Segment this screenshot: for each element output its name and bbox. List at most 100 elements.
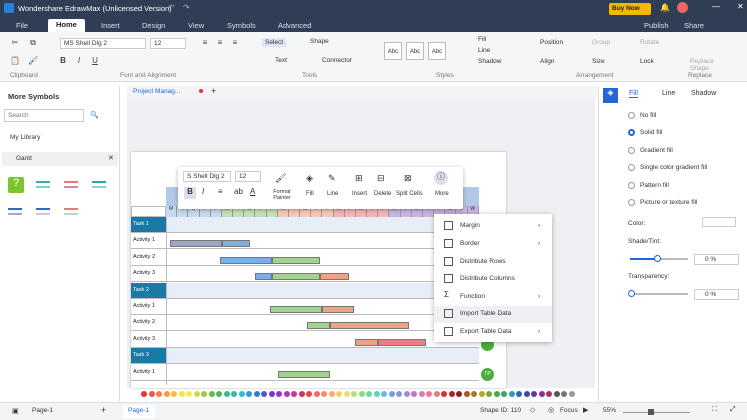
color-swatch[interactable] [276, 391, 282, 397]
my-library-item[interactable]: My Library [10, 134, 40, 141]
gantt-bar[interactable] [270, 306, 322, 313]
size-dropdown[interactable]: Size [592, 58, 605, 65]
avatar[interactable] [677, 2, 688, 13]
color-swatch[interactable] [351, 391, 357, 397]
connector-tool[interactable]: Connector [322, 57, 352, 64]
fill-format-icon[interactable]: ◈ [603, 88, 618, 103]
color-swatch[interactable] [358, 391, 365, 397]
gantt-bar[interactable] [272, 257, 320, 264]
color-swatch[interactable] [283, 391, 290, 397]
replace-shape-button[interactable]: Replace Shape [690, 58, 720, 72]
page-layout-icon[interactable]: ▣ [12, 407, 19, 415]
color-swatch[interactable] [306, 391, 312, 397]
gantt-row-label[interactable]: Activity 2 [131, 249, 166, 266]
tab-fill[interactable]: Fill [629, 90, 638, 98]
menu-item-border[interactable]: Border › [434, 236, 552, 253]
gantt-bar[interactable] [320, 273, 349, 280]
gantt-symbol-6[interactable] [36, 208, 50, 215]
transparency-value-input[interactable]: 0 % [694, 289, 739, 300]
align-dropdown[interactable]: Align [540, 58, 554, 65]
menu-item-import-table-data[interactable]: Import Table Data [434, 306, 552, 323]
menu-item-distribute-columns[interactable]: Distribute Columns [434, 271, 552, 288]
color-swatch[interactable] [291, 391, 297, 397]
radio-no-fill[interactable] [628, 112, 635, 119]
underline-icon[interactable]: U [90, 56, 100, 66]
color-swatch[interactable] [448, 391, 455, 397]
radio-picture-fill[interactable] [628, 199, 635, 206]
shade-value-input[interactable]: 0 % [694, 254, 739, 265]
rotate-dropdown[interactable]: Rotate [640, 39, 659, 46]
insert-icon[interactable]: ⊞ [355, 173, 363, 184]
menu-advanced[interactable]: Advanced [270, 20, 319, 31]
color-swatch[interactable] [463, 391, 470, 397]
style-preset-3[interactable]: Abc [428, 42, 446, 60]
gantt-row-label[interactable]: Activity 1 [131, 233, 166, 250]
gantt-bar[interactable] [220, 257, 272, 264]
focus-icon[interactable]: ◎ [548, 406, 554, 414]
line-dropdown[interactable]: Line [478, 47, 490, 54]
delete-icon[interactable]: ⊟ [377, 173, 385, 184]
color-swatch[interactable] [253, 391, 260, 397]
color-swatch[interactable] [553, 391, 560, 397]
style-preset-1[interactable]: Abc [384, 42, 402, 60]
gantt-symbol-question[interactable]: ? [8, 177, 24, 193]
shade-slider-handle[interactable] [654, 255, 661, 262]
menu-item-export-table-data[interactable]: Export Table Data › [434, 324, 552, 341]
radio-gradient-fill[interactable] [628, 147, 635, 154]
color-swatch[interactable] [508, 391, 515, 397]
radio-single-color-gradient[interactable] [628, 164, 635, 171]
gantt-bar[interactable] [272, 273, 320, 280]
menu-item-function[interactable]: Σ Function › [434, 289, 552, 306]
gantt-row-label[interactable]: Activity 1 [131, 364, 166, 381]
add-tab-icon[interactable]: + [211, 86, 216, 96]
gantt-row-label[interactable]: Activity 1 [131, 299, 166, 315]
gantt-row-label[interactable]: Task 1 [131, 217, 166, 233]
gantt-bar[interactable] [222, 240, 250, 247]
format-painter-button[interactable]: Format Painter [270, 189, 294, 201]
paste-icon[interactable]: 📋 [10, 56, 20, 66]
color-swatch[interactable] [411, 391, 417, 397]
search-icon[interactable]: 🔍 [90, 111, 99, 119]
gantt-symbol-5[interactable] [8, 208, 22, 215]
zoom-slider-handle[interactable] [648, 409, 654, 415]
color-swatch[interactable] [171, 391, 177, 397]
align-left-icon[interactable]: ≡ [200, 38, 210, 48]
cut-icon[interactable]: ✂ [10, 38, 20, 48]
gantt-symbol-7[interactable] [64, 208, 78, 215]
close-icon[interactable]: ✕ [108, 154, 114, 162]
gantt-bar[interactable] [322, 306, 354, 313]
split-cells-icon[interactable]: ⊠ [404, 173, 412, 184]
color-swatch[interactable] [156, 391, 162, 397]
color-swatch[interactable] [516, 391, 522, 397]
gantt-symbol-4[interactable] [92, 181, 106, 188]
gantt-row-label[interactable]: Activity 3 [131, 331, 166, 348]
color-swatch[interactable] [343, 391, 350, 397]
gantt-bar[interactable] [355, 339, 378, 346]
color-swatch[interactable] [321, 391, 327, 397]
toolbar-size-select[interactable]: 12 [235, 171, 261, 182]
menu-file[interactable]: File [8, 20, 36, 31]
gantt-symbol-2[interactable] [36, 181, 50, 188]
toolbar-font-select[interactable]: S Shell Dlg 2 [183, 171, 231, 182]
menu-symbols[interactable]: Symbols [219, 20, 264, 31]
color-swatch[interactable] [538, 391, 545, 397]
symbol-search-input[interactable] [4, 109, 84, 122]
document-tab[interactable]: Project Manag... [133, 88, 180, 95]
menu-insert[interactable]: Insert [93, 20, 128, 31]
color-picker[interactable] [702, 217, 736, 227]
color-swatch[interactable] [381, 391, 387, 397]
color-swatch[interactable] [148, 391, 155, 397]
share-button[interactable]: Share [676, 20, 712, 31]
gantt-category[interactable]: Gantt ✕ [2, 152, 118, 166]
color-swatch[interactable] [546, 391, 552, 397]
fill-dropdown[interactable]: Fill [478, 36, 486, 43]
gantt-bar[interactable] [330, 322, 409, 329]
redo-icon[interactable]: ↷ [183, 3, 190, 12]
gantt-row-label[interactable]: Task 2 [131, 282, 166, 299]
shadow-dropdown[interactable]: Shadow [478, 58, 502, 65]
gantt-bar[interactable] [255, 273, 272, 280]
gantt-symbol-3[interactable] [64, 181, 78, 188]
color-swatch[interactable] [456, 391, 462, 397]
style-preset-2[interactable]: Abc [406, 42, 424, 60]
color-swatch[interactable] [268, 391, 275, 397]
